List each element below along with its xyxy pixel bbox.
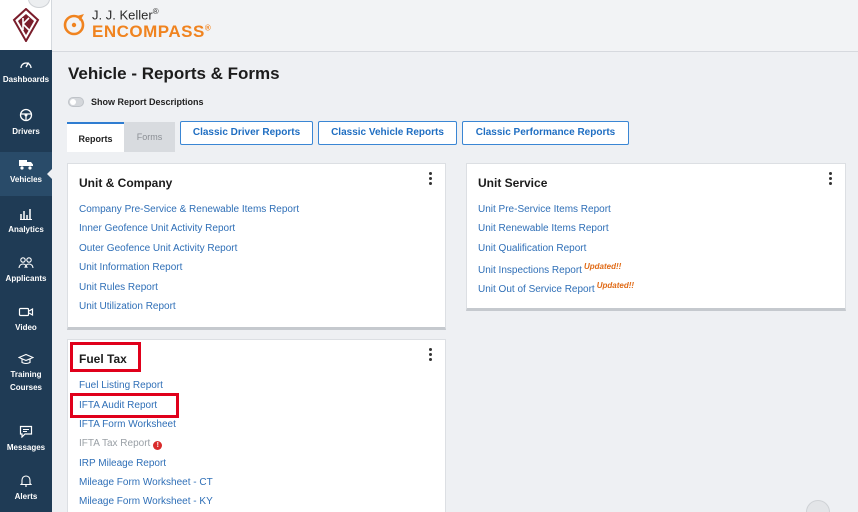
tab-reports[interactable]: Reports <box>67 122 124 152</box>
unit-service-card: Unit Service Unit Pre-Service Items Repo… <box>466 163 846 311</box>
mileage-form-worksheet-ky-link[interactable]: Mileage Form Worksheet - KY <box>79 496 213 507</box>
unit-inspections-report-row: Unit Inspections Report Updated!! <box>478 262 621 276</box>
card-title: Unit & Company <box>79 176 173 190</box>
sidebar-item-vehicles[interactable]: Vehicles <box>0 152 53 196</box>
sidebar-item-label: Applicants <box>5 274 47 283</box>
people-icon <box>18 257 34 269</box>
tab-forms[interactable]: Forms <box>124 122 175 152</box>
sidebar-item-label: Training Courses <box>9 370 42 392</box>
unit-qualification-report-link[interactable]: Unit Qualification Report <box>478 243 586 254</box>
sidebar-item-label: Drivers <box>12 127 40 136</box>
mileage-form-worksheet-ct-link[interactable]: Mileage Form Worksheet - CT <box>79 477 213 488</box>
sidebar-item-training-courses[interactable]: Training Courses <box>0 353 52 401</box>
keller-shield-icon <box>12 8 40 42</box>
message-icon <box>19 425 33 438</box>
scroll-top-button[interactable] <box>806 500 830 512</box>
sidebar-item-alerts[interactable]: Alerts <box>0 474 52 512</box>
sidebar-item-label: Analytics <box>8 225 44 234</box>
video-camera-icon <box>18 307 34 317</box>
sidebar: Dashboards Drivers Vehicles Analytics Ap… <box>0 0 53 512</box>
page-title: Vehicle - Reports & Forms <box>68 64 280 83</box>
unit-out-of-service-report-row: Unit Out of Service Report Updated!! <box>478 281 634 295</box>
sidebar-item-label: Vehicles <box>9 175 43 184</box>
sidebar-item-messages[interactable]: Messages <box>0 425 52 465</box>
bar-chart-icon <box>20 209 32 220</box>
show-descriptions-label: Show Report Descriptions <box>91 97 204 107</box>
highlight-box-ifta-audit <box>70 393 179 418</box>
unit-information-report-link[interactable]: Unit Information Report <box>79 262 182 273</box>
unit-utilization-report-link[interactable]: Unit Utilization Report <box>79 301 176 312</box>
steering-wheel-icon <box>19 108 33 122</box>
unit-inspections-report-link[interactable]: Unit Inspections Report <box>478 265 582 276</box>
unit-renewable-items-report-link[interactable]: Unit Renewable Items Report <box>478 223 609 234</box>
updated-badge: Updated!! <box>596 281 635 290</box>
updated-badge: Updated!! <box>583 262 622 271</box>
more-options-icon[interactable] <box>829 172 833 187</box>
truck-icon <box>19 160 33 170</box>
brand-company-name: J. J. Keller® <box>92 7 159 23</box>
irp-mileage-report-link[interactable]: IRP Mileage Report <box>79 458 166 469</box>
sidebar-item-label: Dashboards <box>2 75 50 84</box>
gauge-icon <box>20 62 32 69</box>
classic-driver-reports-button[interactable]: Classic Driver Reports <box>180 121 313 145</box>
sidebar-item-label: Alerts <box>14 492 38 501</box>
jj-keller-logo[interactable] <box>0 0 52 50</box>
sidebar-item-drivers[interactable]: Drivers <box>0 108 52 150</box>
sidebar-item-label: Video <box>15 323 37 332</box>
unit-pre-service-items-report-link[interactable]: Unit Pre-Service Items Report <box>478 204 611 215</box>
brand-product-name: ENCOMPASS® <box>92 22 212 41</box>
more-options-icon[interactable] <box>429 172 433 187</box>
graduation-cap-icon <box>18 353 34 365</box>
card-title: Unit Service <box>478 176 548 190</box>
sidebar-item-label: Messages <box>6 443 46 452</box>
ifta-tax-report-link[interactable]: IFTA Tax Report <box>79 438 150 449</box>
classic-vehicle-reports-button[interactable]: Classic Vehicle Reports <box>318 121 457 145</box>
show-descriptions-toggle[interactable] <box>68 97 84 107</box>
unit-rules-report-link[interactable]: Unit Rules Report <box>79 282 158 293</box>
unit-out-of-service-report-link[interactable]: Unit Out of Service Report <box>478 284 595 295</box>
highlight-box-fuel-tax <box>70 342 141 372</box>
more-options-icon[interactable] <box>429 348 433 363</box>
sidebar-item-applicants[interactable]: Applicants <box>0 256 52 298</box>
sidebar-item-video[interactable]: Video <box>0 306 52 346</box>
company-pre-service-renewable-items-report-link[interactable]: Company Pre-Service & Renewable Items Re… <box>79 204 299 215</box>
ifta-form-worksheet-link[interactable]: IFTA Form Worksheet <box>79 419 176 430</box>
sidebar-item-analytics[interactable]: Analytics <box>0 207 52 249</box>
ifta-tax-report-row: IFTA Tax Report! <box>79 438 163 450</box>
top-bar: J. J. Keller® ENCOMPASS® <box>52 0 858 52</box>
unit-company-card: Unit & Company Company Pre-Service & Ren… <box>67 163 446 330</box>
inner-geofence-unit-activity-report-link[interactable]: Inner Geofence Unit Activity Report <box>79 223 235 234</box>
outer-geofence-unit-activity-report-link[interactable]: Outer Geofence Unit Activity Report <box>79 243 237 254</box>
encompass-compass-icon <box>63 14 85 36</box>
warning-icon: ! <box>153 441 163 450</box>
sidebar-item-dashboards[interactable]: Dashboards <box>0 58 52 100</box>
classic-performance-reports-button[interactable]: Classic Performance Reports <box>462 121 629 145</box>
bell-icon <box>20 475 32 487</box>
fuel-listing-report-link[interactable]: Fuel Listing Report <box>79 380 163 391</box>
